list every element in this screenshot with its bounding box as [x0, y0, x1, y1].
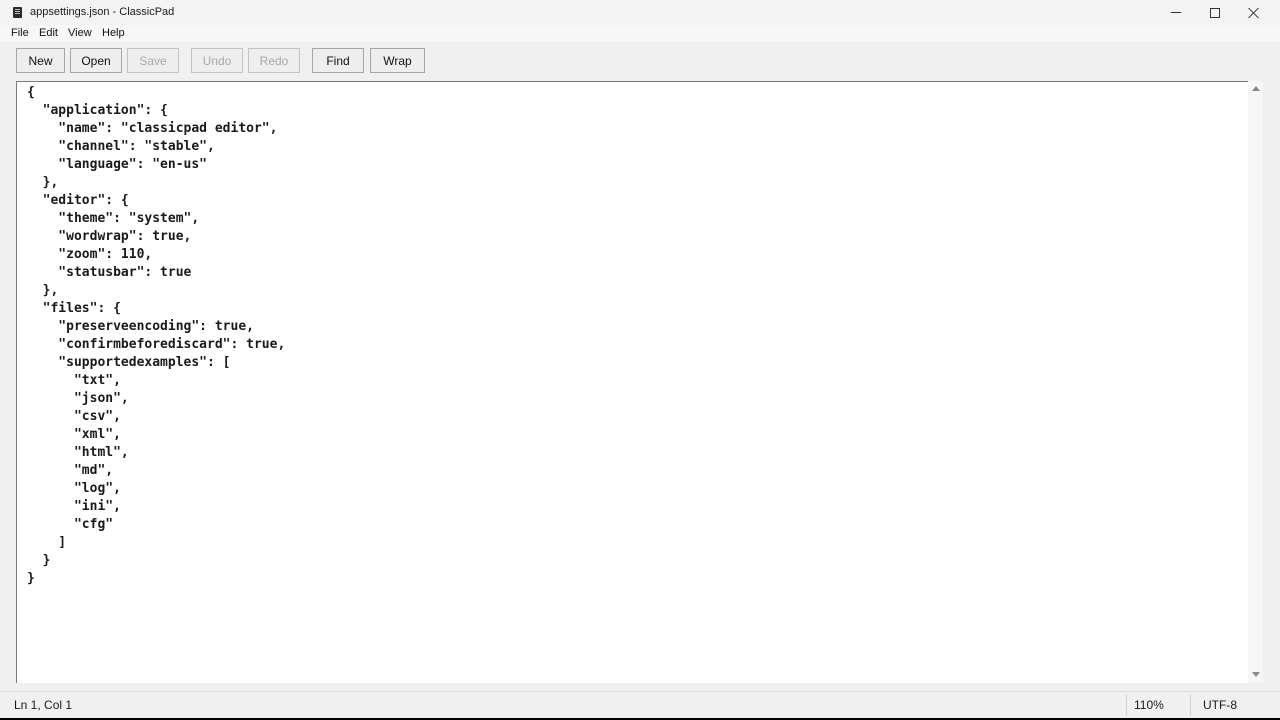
menu-edit[interactable]: Edit [39, 27, 58, 39]
undo-button[interactable]: Undo [191, 48, 243, 73]
close-icon [1248, 7, 1260, 19]
editor-content[interactable]: { "application": { "name": "classicpad e… [27, 84, 285, 588]
toolbar: New Open Save Undo Redo Find Wrap [0, 42, 1280, 80]
cursor-position: Ln 1, Col 1 [14, 698, 73, 712]
new-button[interactable]: New [16, 48, 65, 73]
wrap-button[interactable]: Wrap [370, 48, 425, 73]
close-button[interactable] [1234, 0, 1274, 25]
menu-file[interactable]: File [11, 27, 29, 39]
text-editor[interactable]: { "application": { "name": "classicpad e… [16, 81, 1263, 683]
menu-help[interactable]: Help [102, 27, 125, 39]
scroll-down-arrow-icon[interactable] [1252, 672, 1260, 677]
open-button[interactable]: Open [70, 48, 122, 73]
status-divider [1126, 695, 1127, 716]
maximize-icon [1210, 7, 1220, 18]
vertical-scrollbar[interactable] [1248, 81, 1263, 683]
minimize-button[interactable] [1156, 0, 1196, 25]
menu-bar: File Edit View Help [0, 25, 1280, 42]
menu-view[interactable]: View [68, 27, 92, 39]
find-button[interactable]: Find [312, 48, 364, 73]
redo-button[interactable]: Redo [248, 48, 300, 73]
title-bar[interactable]: appsettings.json - ClassicPad [0, 0, 1280, 25]
encoding-indicator: UTF-8 [1203, 698, 1237, 712]
maximize-button[interactable] [1195, 0, 1235, 25]
app-window: appsettings.json - ClassicPad File Edit … [0, 0, 1280, 718]
scroll-up-arrow-icon[interactable] [1252, 86, 1260, 91]
minimize-icon [1171, 12, 1181, 13]
save-button[interactable]: Save [127, 48, 179, 73]
status-bar: Ln 1, Col 1 110% UTF-8 [0, 691, 1280, 718]
zoom-level: 110% [1134, 698, 1164, 712]
notepad-app-icon [13, 7, 22, 18]
window-title: appsettings.json - ClassicPad [30, 6, 175, 18]
status-divider [1190, 695, 1191, 716]
